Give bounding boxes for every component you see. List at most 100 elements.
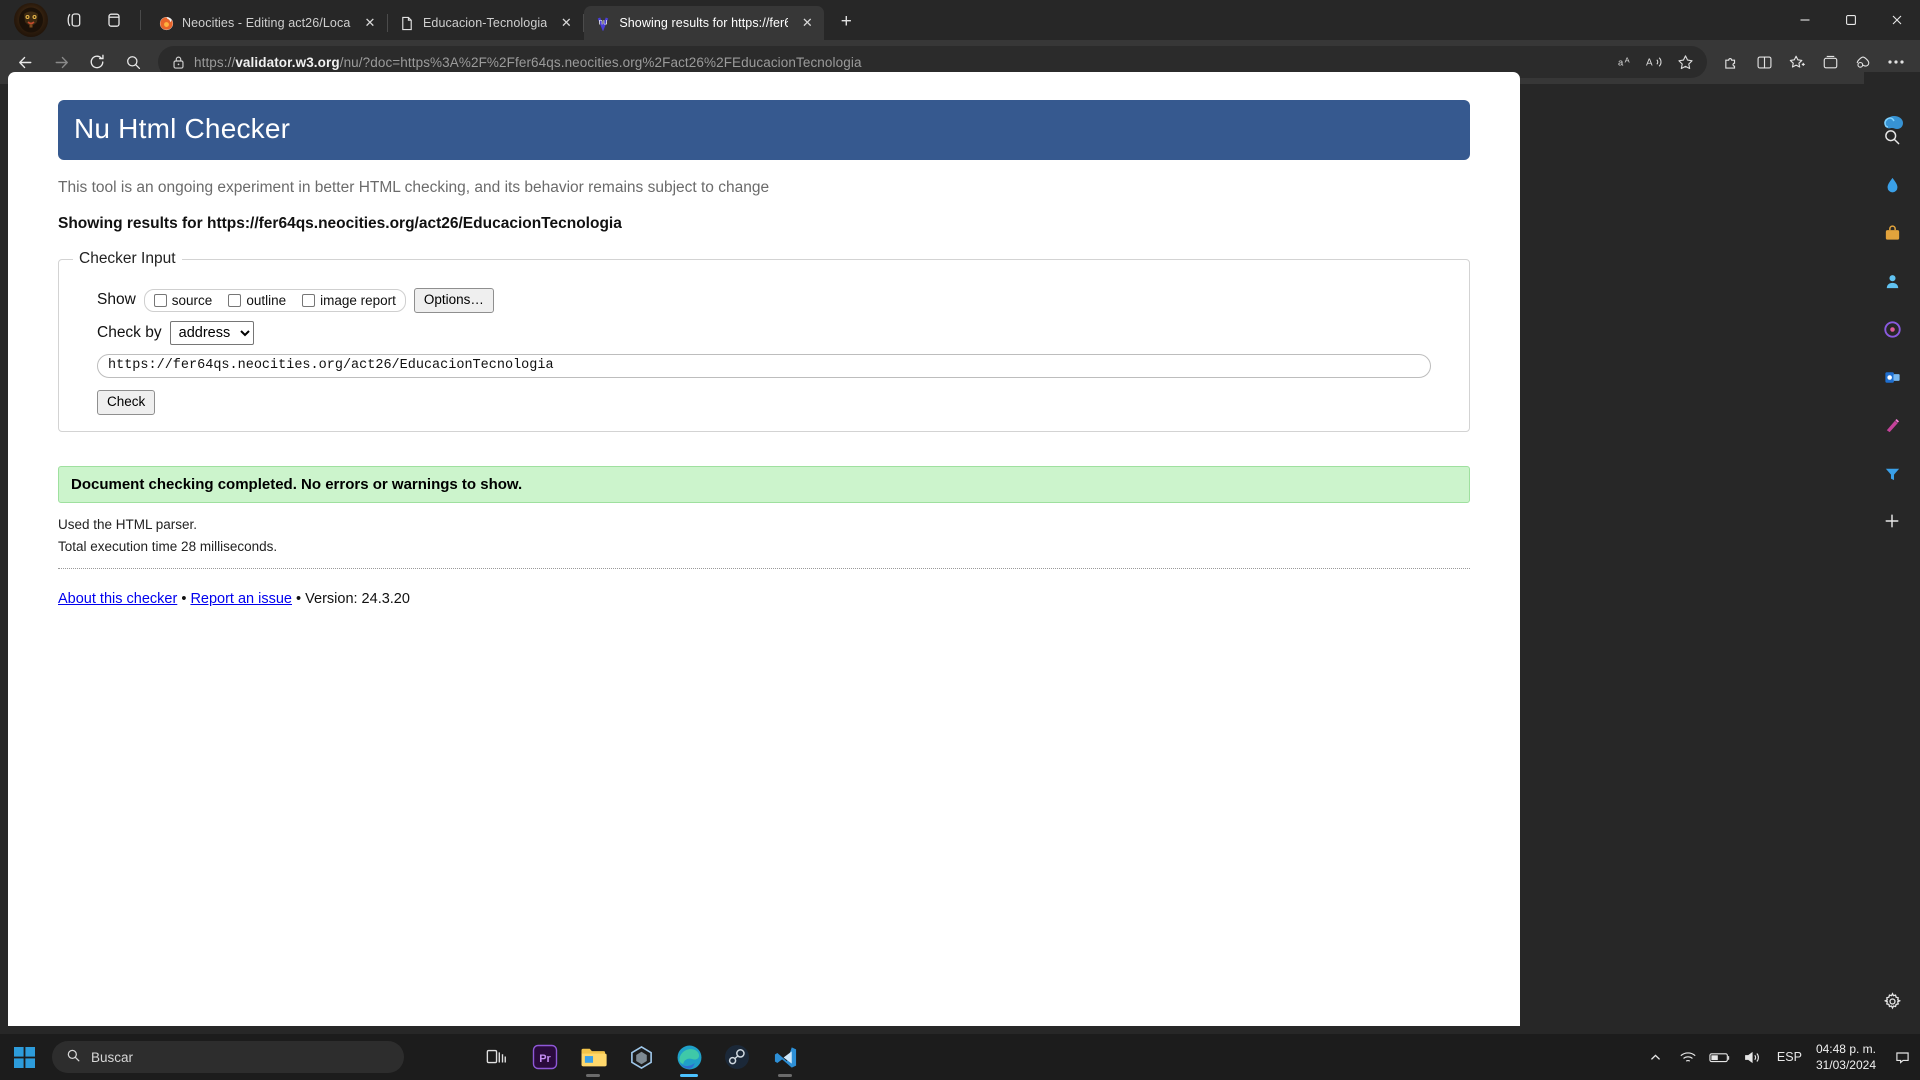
sidebar-add-icon[interactable] bbox=[1873, 502, 1911, 540]
options-button[interactable]: Options… bbox=[413, 288, 494, 313]
screen: Neocities - Editing act26/Localiza ✕ Edu… bbox=[0, 0, 1920, 1080]
show-label: Show bbox=[97, 291, 136, 309]
report-an-issue-link[interactable]: Report an issue bbox=[190, 591, 292, 607]
translate-icon[interactable]: a A bbox=[1611, 49, 1639, 75]
show-hidden-icons-chevron[interactable] bbox=[1645, 1046, 1667, 1068]
split-screen-icon[interactable] bbox=[1748, 46, 1780, 78]
visual-studio-code-icon[interactable] bbox=[764, 1036, 806, 1078]
show-options-group: source outline image report bbox=[143, 288, 406, 312]
windows-taskbar: Buscar Pr ESP 04:48 p. m. 31/03/2024 bbox=[0, 1034, 1920, 1080]
nu-icon: nu bbox=[595, 15, 611, 31]
task-view-button[interactable] bbox=[476, 1036, 518, 1078]
page-tagline: This tool is an ongoing experiment in be… bbox=[58, 179, 770, 196]
browser-essentials-icon[interactable] bbox=[56, 4, 92, 36]
url-text: https://validator.w3.org/nu/?doc=https%3… bbox=[194, 55, 1603, 70]
notifications-icon[interactable] bbox=[1892, 1046, 1912, 1068]
sidebar-media-icon[interactable] bbox=[1873, 310, 1911, 348]
start-button[interactable] bbox=[0, 1034, 48, 1080]
check-by-label: Check by bbox=[97, 323, 162, 341]
premiere-pro-icon[interactable]: Pr bbox=[524, 1036, 566, 1078]
tab-nu-html-checker[interactable]: nu Showing results for https://fer64 ✕ bbox=[584, 6, 825, 40]
read-aloud-icon[interactable]: A bbox=[1641, 49, 1669, 75]
microsoft-edge-icon[interactable] bbox=[668, 1036, 710, 1078]
sidebar-shopping-icon[interactable] bbox=[1873, 214, 1911, 252]
checkbox-box[interactable] bbox=[228, 293, 242, 307]
tab-title: Neocities - Editing act26/Localiza bbox=[182, 16, 351, 30]
favorite-star-icon[interactable] bbox=[1671, 49, 1699, 75]
showing-results-heading: Showing results for https://fer64qs.neoc… bbox=[58, 215, 622, 232]
app-blue-gem-icon[interactable] bbox=[620, 1036, 662, 1078]
checkbox-box[interactable] bbox=[302, 293, 316, 307]
address-input[interactable] bbox=[97, 353, 1431, 378]
tab-strip: Neocities - Editing act26/Localiza ✕ Edu… bbox=[147, 0, 861, 40]
file-explorer-icon[interactable] bbox=[572, 1036, 614, 1078]
tab-divider bbox=[140, 10, 141, 30]
tab-actions-icon[interactable] bbox=[96, 4, 132, 36]
tab-close-icon[interactable]: ✕ bbox=[555, 12, 577, 34]
tab-educacion-tecnologia[interactable]: Educacion-Tecnologia ✕ bbox=[388, 6, 585, 40]
profile-avatar[interactable] bbox=[14, 3, 48, 37]
about-this-checker-link[interactable]: About this checker bbox=[58, 591, 177, 607]
lock-icon bbox=[170, 55, 186, 70]
close-button[interactable] bbox=[1874, 0, 1920, 40]
extensions-icon[interactable] bbox=[1715, 46, 1747, 78]
minimize-button[interactable] bbox=[1782, 0, 1828, 40]
taskbar-search[interactable]: Buscar bbox=[52, 1041, 404, 1073]
system-tray: ESP 04:48 p. m. 31/03/2024 bbox=[1645, 1041, 1920, 1073]
page-title: Nu Html Checker bbox=[58, 100, 1470, 160]
taskbar-apps: Pr bbox=[476, 1036, 806, 1078]
check-button[interactable]: Check bbox=[97, 389, 156, 415]
tab-close-icon[interactable]: ✕ bbox=[359, 12, 381, 34]
title-bar: Neocities - Editing act26/Localiza ✕ Edu… bbox=[0, 0, 1920, 40]
clock[interactable]: 04:48 p. m. 31/03/2024 bbox=[1816, 1041, 1882, 1073]
checkbox-label: image report bbox=[320, 292, 396, 308]
svg-text:Pr: Pr bbox=[539, 1053, 551, 1065]
collections-icon[interactable] bbox=[1814, 46, 1846, 78]
sidebar-games-icon[interactable] bbox=[1873, 262, 1911, 300]
sidebar-designer-icon[interactable] bbox=[1873, 406, 1911, 444]
tab-neocities[interactable]: Neocities - Editing act26/Localiza ✕ bbox=[147, 6, 388, 40]
page-content: Nu Html Checker This tool is an ongoing … bbox=[58, 100, 1470, 607]
parser-info: Used the HTML parser. bbox=[58, 516, 198, 532]
page-viewport: Nu Html Checker This tool is an ongoing … bbox=[8, 72, 1520, 1026]
sidebar-settings-icon[interactable] bbox=[1873, 982, 1911, 1020]
battery-icon[interactable] bbox=[1709, 1046, 1731, 1068]
volume-icon[interactable] bbox=[1741, 1046, 1763, 1068]
footer-bullet-1: • bbox=[181, 590, 187, 607]
check-by-select[interactable]: address bbox=[169, 320, 254, 345]
checkbox-label: source bbox=[171, 292, 213, 308]
footer: About this checker • Report an issue • V… bbox=[58, 591, 1470, 607]
steam-icon[interactable] bbox=[716, 1036, 758, 1078]
search-icon bbox=[66, 1048, 81, 1066]
svg-text:a: a bbox=[1618, 57, 1624, 67]
url-domain: validator.w3.org bbox=[235, 54, 340, 70]
sidebar-split-icon[interactable] bbox=[1873, 454, 1911, 492]
sidebar-outlook-icon[interactable] bbox=[1873, 358, 1911, 396]
language-indicator[interactable]: ESP bbox=[1773, 1050, 1806, 1064]
checkbox-image-report[interactable]: image report bbox=[302, 293, 396, 308]
sidebar-drop-icon[interactable] bbox=[1873, 166, 1911, 204]
copilot-icon[interactable] bbox=[1874, 106, 1914, 140]
show-row: Show source outline image report Options… bbox=[97, 288, 1455, 313]
clock-date: 31/03/2024 bbox=[1815, 1058, 1876, 1072]
check-button-row: Check bbox=[97, 389, 1455, 415]
checkbox-outline[interactable]: outline bbox=[228, 293, 286, 308]
tab-title: Showing results for https://fer64 bbox=[619, 16, 789, 30]
tab-close-icon[interactable]: ✕ bbox=[796, 12, 818, 34]
title-bar-left bbox=[0, 0, 147, 40]
address-bar-actions: a A A bbox=[1611, 49, 1699, 75]
document-icon bbox=[399, 15, 415, 31]
new-tab-button[interactable]: + bbox=[831, 7, 861, 37]
collections-star-icon[interactable] bbox=[1781, 46, 1813, 78]
checker-input-legend: Checker Input bbox=[79, 250, 176, 267]
check-by-row: Check by address bbox=[97, 320, 1455, 345]
maximize-button[interactable] bbox=[1828, 0, 1874, 40]
checkbox-source[interactable]: source bbox=[153, 292, 213, 308]
svg-text:nu: nu bbox=[599, 17, 608, 26]
tab-title: Educacion-Tecnologia bbox=[423, 16, 548, 30]
checkbox-box[interactable] bbox=[153, 293, 167, 307]
search-placeholder: Buscar bbox=[91, 1049, 134, 1065]
wifi-icon[interactable] bbox=[1677, 1046, 1699, 1068]
version-text: Version: 24.3.20 bbox=[305, 590, 410, 607]
execution-time: Total execution time 28 milliseconds. bbox=[58, 538, 278, 554]
